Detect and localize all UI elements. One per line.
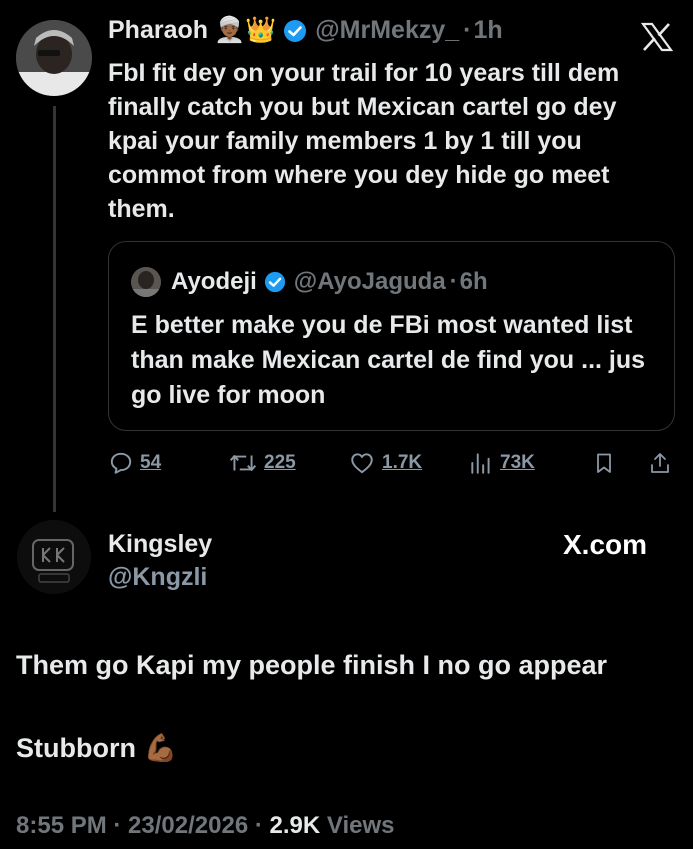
like-count: 1.7K	[382, 452, 423, 473]
analytics-bars-icon	[471, 453, 490, 474]
post-views-label: Views	[326, 812, 395, 839]
post-meta-footer: 8:55 PM · 23/02/2026 · 2.9K Views	[16, 812, 395, 840]
heart-icon	[351, 453, 373, 474]
brand-text: X.com	[563, 529, 648, 560]
flexed-biceps-emoji: 💪🏾	[143, 733, 178, 763]
share-button[interactable]	[648, 450, 678, 476]
quoted-tweet-header: Ayodeji @AyoJaguda · 6h	[131, 267, 488, 297]
quoted-avatar-photo-icon	[131, 267, 161, 297]
reply-button[interactable]: 54	[108, 450, 161, 476]
bookmark-icon	[597, 453, 611, 473]
repost-button[interactable]: 225	[228, 450, 296, 476]
share-upload-icon	[651, 453, 669, 473]
quoted-tweet-card[interactable]: Ayodeji @AyoJaguda · 6h E better make yo…	[108, 241, 675, 431]
quoted-author-handle[interactable]: @AyoJaguda	[294, 268, 446, 296]
footer-separator-1: ·	[113, 812, 122, 839]
bookmark-button[interactable]	[592, 450, 622, 476]
sharer-handle[interactable]: @Kngzli	[108, 563, 207, 592]
repost-count: 225	[264, 452, 296, 473]
quoted-tweet-text: E better make you de FBi most wanted lis…	[131, 311, 646, 409]
author-name[interactable]: Pharaoh	[108, 16, 208, 45]
author-name-emojis: 👳🏾‍♂️👑	[214, 16, 277, 44]
avatar-photo-icon	[16, 20, 92, 96]
views-button[interactable]: 73K	[468, 450, 535, 476]
brand-watermark: X.com	[563, 529, 647, 561]
share-body-text: Stubborn	[16, 733, 136, 763]
share-body-line-2: Stubborn 💪🏾	[16, 732, 177, 764]
sharer-avatar[interactable]	[17, 520, 91, 594]
sharer-name[interactable]: Kingsley	[108, 530, 212, 559]
verified-badge-icon	[284, 19, 307, 42]
quoted-tweet-time[interactable]: 6h	[460, 268, 488, 296]
sharer-avatar-logo-icon	[17, 520, 91, 594]
tweet-time[interactable]: 1h	[474, 16, 503, 45]
repost-icon	[229, 455, 257, 471]
quoted-author-avatar	[131, 267, 161, 297]
tweet-text: FbI fit dey on your trail for 10 years t…	[108, 59, 620, 223]
view-count: 73K	[500, 452, 535, 473]
tweet-header: Pharaoh 👳🏾‍♂️👑 @MrMekzy_ · 1h	[108, 16, 503, 45]
quoted-author-name[interactable]: Ayodeji	[171, 268, 257, 296]
reply-count: 54	[140, 452, 162, 473]
author-avatar[interactable]	[16, 20, 92, 96]
author-handle[interactable]: @MrMekzy_	[315, 16, 459, 45]
quoted-verified-badge-icon	[264, 271, 285, 293]
post-date[interactable]: 23/02/2026	[128, 812, 248, 839]
post-views-count: 2.9K	[269, 812, 321, 839]
x-logo-icon[interactable]	[641, 22, 673, 52]
footer-separator-2: ·	[254, 812, 263, 839]
share-body-line-1: Them go Kapi my people finish I no go ap…	[16, 650, 608, 680]
tweet-actions-bar: 54 225 1.7K 73K	[108, 450, 678, 480]
like-button[interactable]: 1.7K	[348, 450, 422, 476]
post-time[interactable]: 8:55 PM	[16, 812, 107, 839]
quoted-header-separator: ·	[449, 268, 458, 295]
reply-icon	[110, 452, 132, 474]
header-separator: ·	[463, 16, 472, 44]
thread-connector-line	[53, 106, 56, 512]
